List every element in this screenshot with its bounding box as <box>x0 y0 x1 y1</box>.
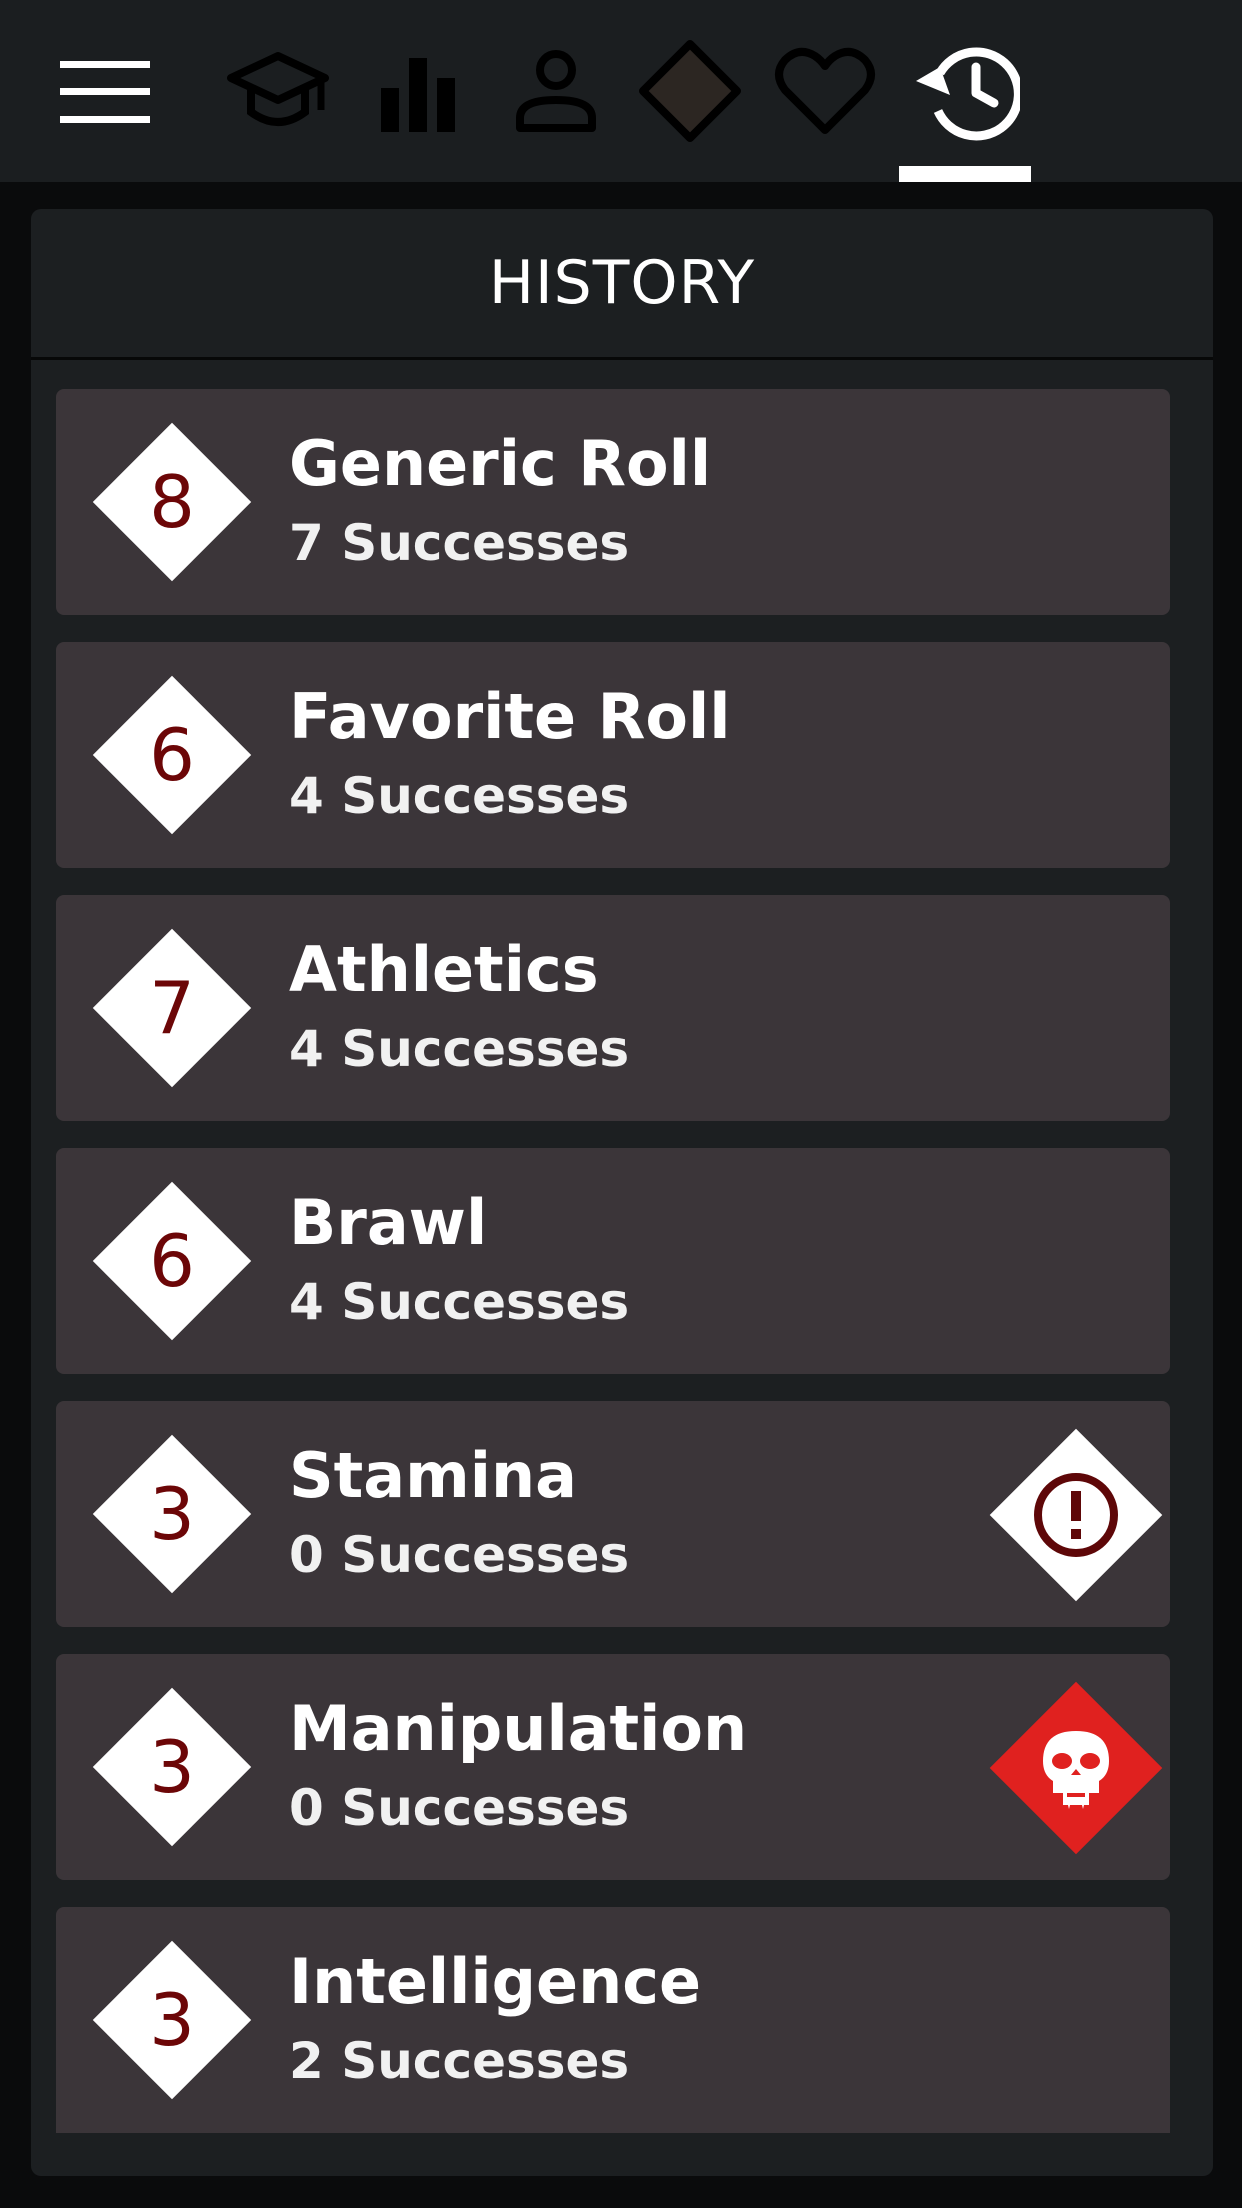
dice-pool-badge: 3 <box>92 1940 252 2100</box>
roll-name: Brawl <box>289 1186 488 1259</box>
vampire-skull-icon <box>989 1681 1163 1855</box>
roll-result: 0 Successes <box>289 1779 630 1837</box>
history-item[interactable]: 3 Stamina 0 Successes <box>56 1401 1170 1627</box>
history-panel: HISTORY 8 Generic Roll 7 Successes 6 Fav… <box>31 209 1213 2176</box>
person-icon[interactable] <box>490 36 622 146</box>
selected-tab-indicator <box>899 166 1031 182</box>
history-icon[interactable] <box>899 36 1031 146</box>
graduation-cap-icon[interactable] <box>212 36 344 146</box>
dice-pool-badge: 3 <box>92 1434 252 1594</box>
warning-icon <box>989 1428 1163 1602</box>
dice-pool-badge: 3 <box>92 1687 252 1847</box>
history-list: 8 Generic Roll 7 Successes 6 Favorite Ro… <box>56 389 1170 2160</box>
history-item[interactable]: 6 Favorite Roll 4 Successes <box>56 642 1170 868</box>
roll-result: 4 Successes <box>289 1273 630 1331</box>
page-title: HISTORY <box>488 248 756 318</box>
dice-pool-badge: 6 <box>92 675 252 835</box>
dice-pool-badge: 8 <box>92 422 252 582</box>
roll-name: Manipulation <box>289 1692 748 1765</box>
history-item[interactable]: 6 Brawl 4 Successes <box>56 1148 1170 1374</box>
roll-name: Intelligence <box>289 1945 702 2018</box>
roll-result: 7 Successes <box>289 514 630 572</box>
roll-name: Favorite Roll <box>289 680 731 753</box>
heart-icon[interactable] <box>759 36 891 146</box>
top-navigation-bar <box>0 0 1242 182</box>
roll-result: 0 Successes <box>289 1526 630 1584</box>
history-item[interactable]: 3 Intelligence 2 Successes <box>56 1907 1170 2133</box>
dice-pool-badge: 7 <box>92 928 252 1088</box>
bar-chart-icon[interactable] <box>352 36 484 146</box>
history-item[interactable]: 7 Athletics 4 Successes <box>56 895 1170 1121</box>
roll-name: Stamina <box>289 1439 577 1512</box>
dice-pool-number: 7 <box>149 966 195 1050</box>
roll-name: Generic Roll <box>289 427 712 500</box>
panel-header: HISTORY <box>31 209 1213 360</box>
dice-pool-number: 3 <box>149 1725 195 1809</box>
roll-result: 2 Successes <box>289 2032 630 2090</box>
roll-result: 4 Successes <box>289 767 630 825</box>
roll-result: 4 Successes <box>289 1020 630 1078</box>
history-item[interactable]: 8 Generic Roll 7 Successes <box>56 389 1170 615</box>
dice-diamond-icon[interactable] <box>624 36 756 146</box>
dice-pool-number: 3 <box>149 1978 195 2062</box>
history-item[interactable]: 3 Manipulation 0 Successes <box>56 1654 1170 1880</box>
dice-pool-number: 6 <box>149 713 195 797</box>
dice-pool-badge: 6 <box>92 1181 252 1341</box>
dice-pool-number: 6 <box>149 1219 195 1303</box>
dice-pool-number: 3 <box>149 1472 195 1556</box>
roll-name: Athletics <box>289 933 599 1006</box>
dice-pool-number: 8 <box>149 460 195 544</box>
hamburger-menu-icon[interactable] <box>50 52 160 132</box>
